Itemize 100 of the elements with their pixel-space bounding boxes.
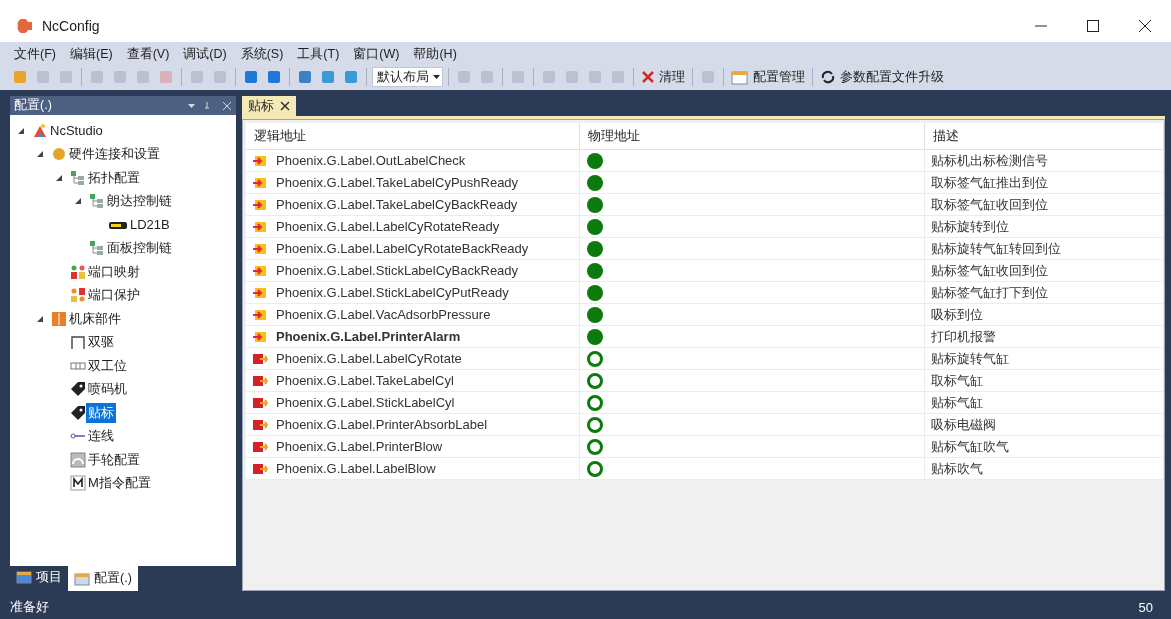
table-cell: 取标气缸 <box>931 371 983 390</box>
table-cell: Phoenix.G.Label.PrinterBlow <box>276 439 443 454</box>
toolbar-icon <box>58 69 74 85</box>
menu-item[interactable]: 系统(S) <box>240 45 284 63</box>
tree-item[interactable]: 手轮配置 <box>86 449 142 470</box>
tree-item[interactable]: 喷码机 <box>86 379 129 400</box>
table-cell: 贴标签气缸打下到位 <box>931 283 1048 302</box>
table-cell: 贴标吹气 <box>931 459 983 478</box>
input-signal-icon <box>252 176 268 189</box>
toolbar-icon <box>587 69 603 85</box>
panel-controls-icon[interactable] <box>188 100 232 111</box>
tree-item[interactable]: M指令配置 <box>86 473 153 494</box>
input-signal-icon <box>252 286 268 299</box>
table-cell: Phoenix.G.Label.LabelCyRotateReady <box>276 219 500 234</box>
toolbar-icon <box>158 69 174 85</box>
tag-icon <box>70 381 86 398</box>
menu-item[interactable]: 工具(T) <box>297 45 340 63</box>
circle-icon <box>51 146 67 163</box>
menu-item[interactable]: 编辑(E) <box>69 45 113 63</box>
input-signal-icon <box>252 242 268 255</box>
menu-item[interactable]: 查看(V) <box>126 45 170 63</box>
table-cell: 打印机报警 <box>931 327 996 346</box>
network-icon <box>89 240 105 257</box>
toolbar-button[interactable]: 清理 <box>639 66 687 88</box>
table-cell: 贴标气缸 <box>931 393 983 412</box>
m-icon <box>70 475 86 492</box>
tree-item[interactable]: NcStudio <box>48 122 105 140</box>
panel-tab[interactable]: 项目 <box>10 566 68 588</box>
tree-item[interactable]: 机床部件 <box>67 308 123 329</box>
menu-item[interactable]: 帮助(H) <box>413 45 457 63</box>
toolbar-icon <box>89 69 105 85</box>
column-header[interactable]: 物理地址 <box>580 123 925 150</box>
table-cell: 吸标到位 <box>931 305 983 324</box>
output-signal-icon <box>252 374 268 387</box>
toolbar-icon <box>320 69 336 85</box>
toolbar-icon <box>35 69 51 85</box>
table-cell: Phoenix.G.Label.StickLabelCyl <box>276 395 455 410</box>
tree-item[interactable]: LD21B <box>128 216 172 234</box>
table-cell: 取标签气缸收回到位 <box>931 195 1048 214</box>
panel-tab[interactable]: 配置(.) <box>68 566 138 591</box>
toolbar-icon <box>541 69 557 85</box>
table-cell: 贴标旋转气缸 <box>931 349 1009 368</box>
app-logo-icon <box>16 19 34 33</box>
toolbar-icon <box>297 69 313 85</box>
close-icon[interactable] <box>280 101 290 111</box>
toolbar-icon <box>343 69 359 85</box>
tree-item[interactable]: 双工位 <box>86 355 129 376</box>
cross-icon <box>641 70 655 84</box>
caret-icon <box>433 75 440 79</box>
tree-item[interactable]: 硬件连接和设置 <box>67 144 162 165</box>
menu-item[interactable]: 调试(D) <box>183 45 227 63</box>
input-signal-icon <box>252 220 268 233</box>
toolbar-icon <box>135 69 151 85</box>
table-cell: 贴标旋转到位 <box>931 217 1009 236</box>
frame-icon <box>70 334 86 351</box>
table-cell: Phoenix.G.Label.TakeLabelCyBackReady <box>276 197 518 212</box>
input-signal-icon <box>252 198 268 211</box>
layout-dropdown[interactable]: 默认布局 <box>372 67 443 87</box>
panel-title: 配置(.) <box>14 97 52 114</box>
document-tab[interactable]: 贴标 <box>242 96 296 116</box>
ports-icon <box>70 287 86 304</box>
network-icon <box>89 193 105 210</box>
tree-item[interactable]: 面板控制链 <box>105 238 174 259</box>
table-cell: Phoenix.G.Label.TakeLabelCyPushReady <box>276 175 519 190</box>
toolbar-icon <box>610 69 626 85</box>
tree-item[interactable]: 贴标 <box>86 402 116 423</box>
toolbar-button[interactable]: 配置管理 <box>729 66 807 88</box>
tree-item[interactable]: 双驱 <box>86 332 116 353</box>
output-signal-icon <box>252 462 268 475</box>
tree-item[interactable]: 端口映射 <box>86 261 142 282</box>
tree-item[interactable]: 拓扑配置 <box>86 167 142 188</box>
cabinet-icon <box>51 310 67 327</box>
table-cell: 贴标签气缸收回到位 <box>931 261 1048 280</box>
output-signal-icon <box>252 418 268 431</box>
table-cell: Phoenix.G.Label.LabelBlow <box>276 461 436 476</box>
status-text: 准备好 <box>10 598 49 616</box>
tree-item[interactable]: 连线 <box>86 426 116 447</box>
table-cell: 贴标旋转气缸转回到位 <box>931 239 1061 258</box>
table-cell: 吸标电磁阀 <box>931 415 996 434</box>
menu-item[interactable]: 窗口(W) <box>353 45 400 63</box>
table-cell: Phoenix.G.Label.PrinterAbsorbLabel <box>276 417 488 432</box>
toolbar-icon <box>243 69 259 85</box>
table-cell: Phoenix.G.Label.OutLabelCheck <box>276 153 466 168</box>
table-cell: 贴标气缸吹气 <box>931 437 1009 456</box>
column-header[interactable]: 描述 <box>925 123 1164 150</box>
tree-item[interactable]: 朗达控制链 <box>105 191 174 212</box>
table-cell: Phoenix.G.Label.LabelCyRotateBackReady <box>276 241 529 256</box>
menu-item[interactable]: 文件(F) <box>14 45 56 63</box>
window-icon <box>731 69 749 85</box>
toolbar-icon <box>479 69 495 85</box>
close-icon <box>1139 20 1151 32</box>
app-icon <box>32 122 48 139</box>
column-header[interactable]: 逻辑地址 <box>246 123 580 150</box>
input-signal-icon <box>252 308 268 321</box>
toolbar-button[interactable]: 参数配置文件升级 <box>818 66 946 88</box>
toolbar-icon <box>700 69 716 85</box>
tree-item[interactable]: 端口保护 <box>86 285 142 306</box>
window-title: NcConfig <box>42 17 101 34</box>
toolbar-icon <box>12 69 28 85</box>
handwheel-icon <box>70 451 86 468</box>
